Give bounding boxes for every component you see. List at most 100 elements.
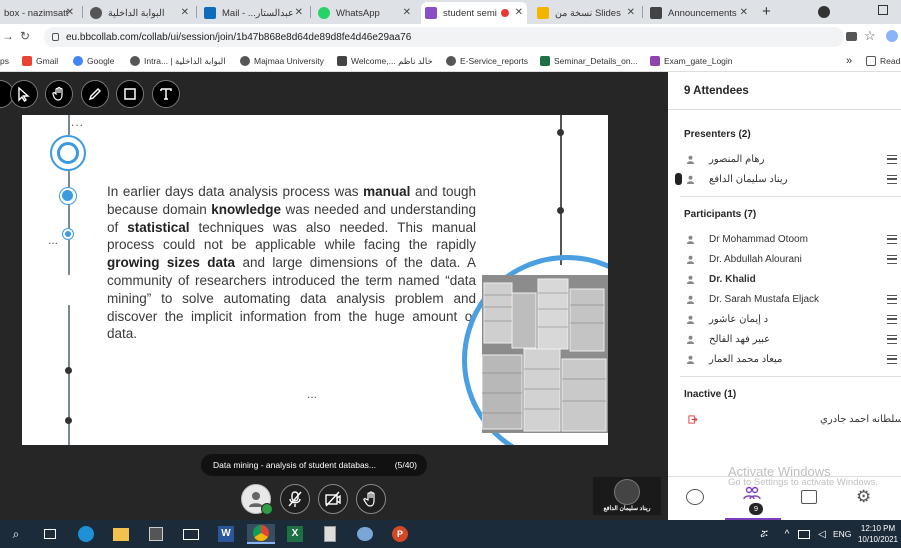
extension-icon[interactable] — [886, 30, 898, 42]
settings-gear-icon[interactable]: ⚙ — [856, 487, 871, 507]
tab-student-seminar[interactable]: student semi ✕ — [421, 2, 527, 24]
store-icon[interactable] — [146, 524, 166, 544]
globe-icon — [90, 7, 102, 19]
more-options-icon[interactable] — [887, 295, 897, 304]
pointer-tool[interactable] — [10, 80, 38, 108]
share-content-icon[interactable] — [801, 490, 817, 504]
close-icon[interactable]: ✕ — [740, 7, 748, 18]
person-icon — [686, 315, 695, 324]
attendee-row[interactable]: سلطانه احمد جادري — [682, 410, 901, 430]
attendee-row[interactable]: ميعاد محمد العمار — [682, 350, 901, 370]
mic-off-icon — [288, 491, 302, 507]
volume-icon[interactable]: ◁ — [812, 524, 832, 544]
network-icon[interactable] — [794, 524, 814, 544]
attendee-name: ميعاد محمد العمار — [709, 354, 783, 365]
chat-icon[interactable] — [686, 489, 704, 505]
bookmark-seminar[interactable]: Seminar_Details_on... — [540, 53, 638, 69]
powerpoint-icon[interactable]: P — [390, 524, 410, 544]
timeline-dot — [557, 129, 564, 136]
attendee-row[interactable]: عبير فهد الفالح — [682, 330, 901, 350]
reading-list[interactable]: Read — [866, 53, 900, 69]
participants-heading: Participants (7) — [684, 209, 757, 220]
mail-icon[interactable] — [181, 524, 201, 544]
pen-tool[interactable] — [81, 80, 109, 108]
tab-label: البوابة الداخلية — [108, 7, 165, 19]
bookmarks-bar: ps Gmail Google Intra... | البوابة الداخ… — [0, 50, 901, 72]
text-icon — [160, 88, 172, 100]
my-status-button[interactable] — [241, 484, 273, 515]
microphone-button[interactable] — [280, 484, 310, 514]
slide-text-emphasis: growing sizes data — [107, 255, 236, 271]
file-explorer-icon[interactable] — [111, 524, 131, 544]
calculator-icon[interactable] — [320, 524, 340, 544]
task-view-icon[interactable] — [40, 524, 60, 544]
url-input[interactable]: eu.bbcollab.com/collab/ui/session/join/1… — [44, 27, 844, 47]
edge-icon[interactable] — [76, 524, 96, 544]
attendee-name: Dr. Sarah Mustafa Eljack — [709, 294, 820, 305]
attendee-row[interactable]: Dr. Abdullah Alourani — [682, 250, 901, 270]
close-icon[interactable]: ✕ — [181, 7, 189, 18]
paint-icon[interactable] — [355, 524, 375, 544]
close-icon[interactable]: ✕ — [515, 7, 523, 18]
tab-announcements[interactable]: Announcements ✕ — [646, 2, 752, 24]
star-icon[interactable]: ☆ — [864, 28, 876, 44]
attendee-row[interactable]: Dr. Khalid — [682, 270, 901, 290]
clock[interactable]: 12:10 PM 10/10/2021 — [855, 523, 901, 545]
panel-tabs: 9 ⚙ Go to Settings to activate Windows. — [668, 476, 901, 521]
more-options-icon[interactable] — [887, 315, 897, 324]
new-tab-button[interactable]: + — [762, 3, 771, 20]
tab-whatsapp[interactable]: WhatsApp ✕ — [314, 2, 415, 24]
pan-tool[interactable] — [45, 80, 73, 108]
forward-icon[interactable]: → — [2, 29, 14, 43]
close-icon[interactable]: ✕ — [66, 7, 74, 18]
bookmark-gmail[interactable]: Gmail — [22, 53, 58, 69]
camera-button[interactable] — [318, 484, 348, 514]
tab-mail[interactable]: Mail - ...عبدالستار ✕ — [200, 2, 307, 24]
bookmark-eservice[interactable]: E-Service_reports — [446, 53, 528, 69]
people-tray-icon[interactable]: ሯ — [754, 524, 774, 544]
shape-tool[interactable] — [116, 80, 144, 108]
attendee-row[interactable]: Dr. Sarah Mustafa Eljack — [682, 290, 901, 310]
input-language[interactable]: ENG — [833, 529, 851, 539]
attendee-row[interactable]: د إيمان عاشور — [682, 310, 901, 330]
close-icon[interactable]: ✕ — [295, 7, 303, 18]
bookmark-majmaa[interactable]: Majmaa University — [240, 53, 324, 69]
chrome-icon[interactable] — [247, 524, 275, 544]
close-icon[interactable]: ✕ — [403, 7, 411, 18]
paper-stacks-photo — [482, 275, 608, 433]
bookmark-apps[interactable]: ps — [0, 53, 9, 69]
self-video-tile[interactable]: ريناد سليمان الدافع — [593, 477, 661, 515]
presentation-title-bar[interactable]: Data mining - analysis of student databa… — [201, 454, 427, 476]
word-icon[interactable]: W — [216, 524, 236, 544]
more-options-icon[interactable] — [887, 235, 897, 244]
raise-hand-button[interactable] — [356, 484, 386, 514]
more-bookmarks-icon[interactable]: » — [846, 53, 852, 69]
close-icon[interactable]: ✕ — [627, 7, 635, 18]
attendee-name: Dr Mohammad Otoom — [709, 234, 808, 245]
attendee-row[interactable]: رهام المنصور — [682, 150, 901, 170]
attendee-row[interactable]: ريناد سليمان الدافع — [682, 170, 901, 190]
more-options-icon[interactable] — [887, 355, 897, 364]
tab-slides[interactable]: نسخة من Slides ✕ — [533, 2, 639, 24]
bookmark-google[interactable]: Google — [73, 53, 114, 69]
bookmark-intranet[interactable]: Intra... | البوابة الداخلية — [130, 53, 226, 69]
more-options-icon[interactable] — [887, 255, 897, 264]
reload-icon[interactable]: ↻ — [20, 29, 30, 43]
more-options-icon[interactable] — [887, 175, 897, 184]
excel-icon[interactable]: X — [285, 524, 305, 544]
presentation-slide: ... ... In earlier days data analysis pr… — [22, 115, 608, 445]
camera-in-use-icon[interactable] — [846, 32, 857, 41]
bookmark-exam-gate[interactable]: Exam_gate_Login — [650, 53, 733, 69]
restore-window-icon[interactable] — [878, 5, 888, 15]
text-tool[interactable] — [152, 80, 180, 108]
google-icon — [73, 56, 83, 66]
more-options-icon[interactable] — [887, 155, 897, 164]
more-options-icon[interactable] — [887, 335, 897, 344]
search-icon[interactable]: ⌕ — [6, 524, 26, 544]
tab-portal[interactable]: البوابة الداخلية ✕ — [86, 2, 193, 24]
excel-icon — [540, 56, 550, 66]
bookmark-welcome[interactable]: Welcome,... خالد ناظم — [337, 53, 433, 69]
profile-icon[interactable] — [818, 6, 830, 18]
attendee-row[interactable]: Dr Mohammad Otoom — [682, 230, 901, 250]
tab-inbox[interactable]: box - nazimsatt ✕ — [0, 2, 78, 24]
